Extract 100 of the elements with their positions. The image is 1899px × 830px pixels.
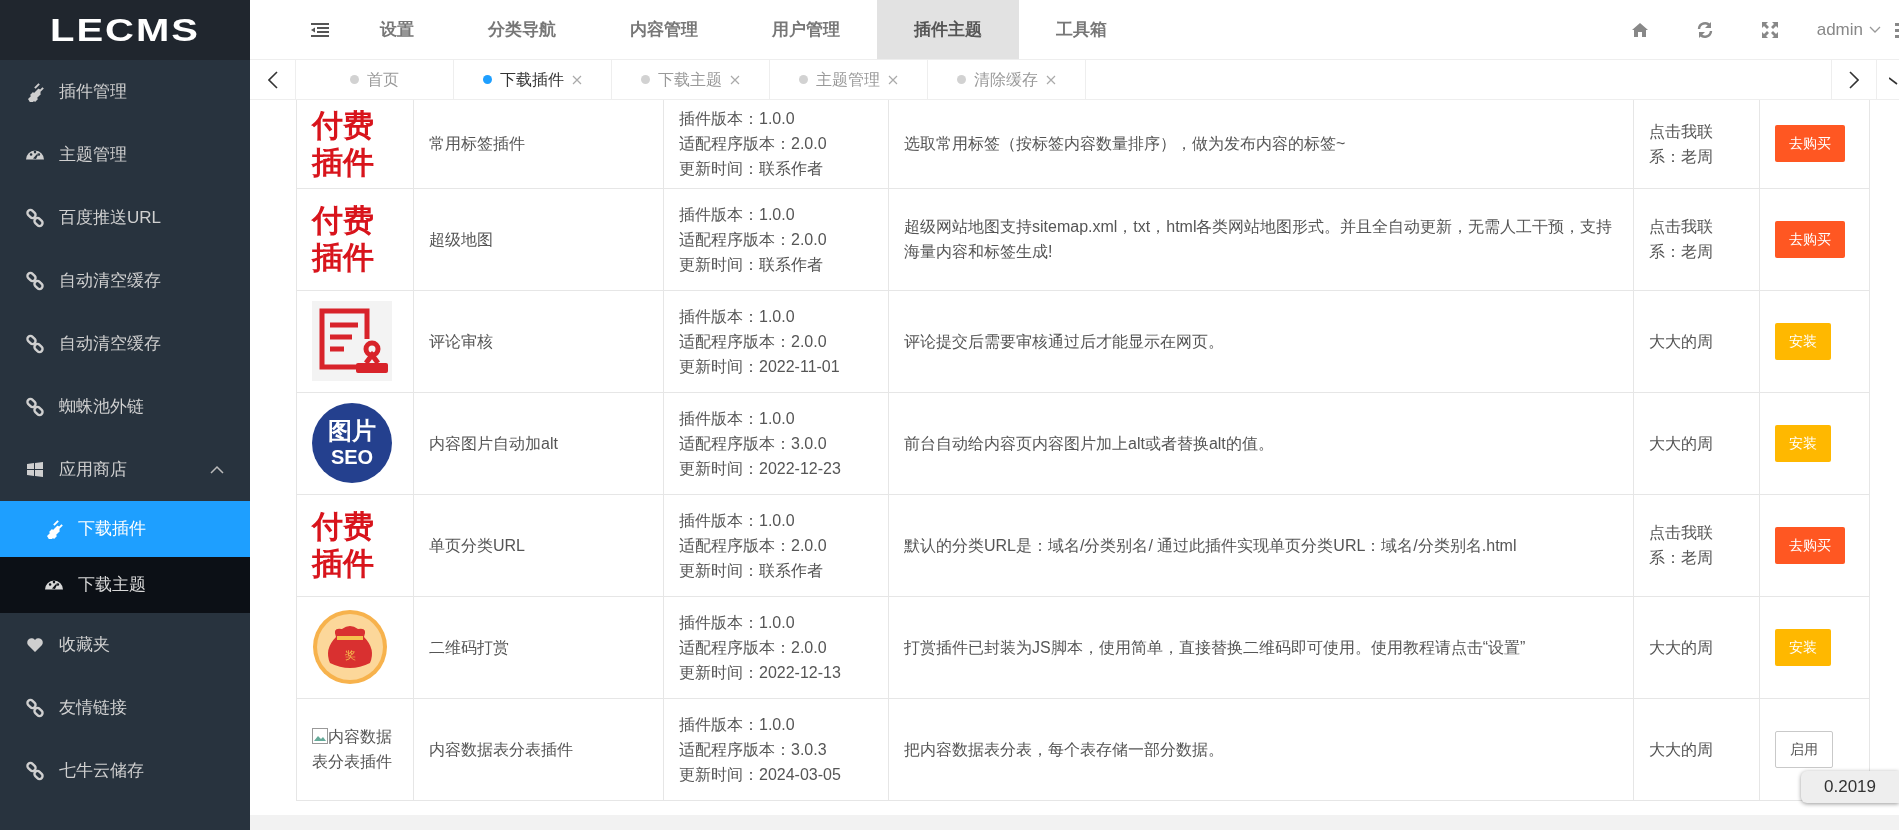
close-icon[interactable] bbox=[730, 74, 740, 85]
description-cell: 选取常用标签（按标签内容数量排序），做为发布内容的标签~ bbox=[888, 100, 1634, 188]
close-icon[interactable] bbox=[572, 74, 582, 85]
close-icon[interactable] bbox=[888, 74, 898, 85]
user-menu[interactable]: admin bbox=[1802, 16, 1895, 43]
version-line: 适配程序版本：2.0.0 bbox=[679, 134, 828, 155]
paid-plugin-label: 付费插件 bbox=[312, 106, 375, 181]
plugin-name-cell: 常用标签插件 bbox=[413, 100, 664, 188]
enable-button[interactable]: 启用 bbox=[1775, 730, 1833, 768]
description-cell: 超级网站地图支持sitemap.xml，txt，html各类网站地图形式。并且全自动更新，无需人工干预，支持海量内容和标签生成! bbox=[888, 188, 1634, 290]
description-cell: 评论提交后需要审核通过后才能显示在网页。 bbox=[888, 290, 1634, 392]
plug-icon bbox=[25, 81, 45, 102]
plugin-name-cell: 内容图片自动加alt bbox=[413, 392, 664, 494]
version-line: 更新时间：联系作者 bbox=[679, 254, 824, 275]
version-line: 适配程序版本：2.0.0 bbox=[679, 637, 828, 658]
nav-tab[interactable]: 分类导航 bbox=[451, 0, 593, 59]
link-icon bbox=[25, 396, 45, 417]
submenu-item[interactable]: 下载插件 bbox=[0, 501, 250, 557]
nav-tab[interactable]: 插件主题 bbox=[877, 0, 1019, 59]
description-cell: 前台自动给内容页内容图片加上alt或者替换alt的值。 bbox=[888, 392, 1634, 494]
expand-icon[interactable] bbox=[1761, 20, 1780, 39]
version-line: 更新时间：联系作者 bbox=[679, 560, 824, 581]
paid-plugin-label: 付费插件 bbox=[312, 201, 375, 277]
sidebar-item[interactable]: 七牛云储存 bbox=[0, 739, 250, 802]
status-dot bbox=[641, 75, 650, 84]
author-cell: 大大的周 bbox=[1633, 392, 1760, 494]
more-icon[interactable] bbox=[1895, 21, 1899, 38]
value-badge: 0.2019 bbox=[1801, 771, 1899, 803]
plugin-name-cell: 二维码打赏 bbox=[413, 596, 664, 698]
sidebar-item[interactable]: 插件管理 bbox=[0, 60, 250, 123]
page-tab[interactable]: 下载主题 bbox=[612, 60, 770, 99]
seo-badge: 图片 SEO bbox=[312, 403, 392, 483]
version-line: 插件版本：1.0.0 bbox=[679, 408, 796, 429]
page-tab[interactable]: 首页 bbox=[296, 60, 454, 99]
nav-tab[interactable]: 用户管理 bbox=[735, 0, 877, 59]
home-icon[interactable] bbox=[1631, 20, 1650, 39]
version-line: 适配程序版本：2.0.0 bbox=[679, 535, 828, 556]
logo: LECMS bbox=[0, 0, 250, 60]
image-alt-text: 内容数据表分表插件 bbox=[312, 727, 393, 772]
sidebar-item[interactable]: 友情链接 bbox=[0, 676, 250, 739]
sidebar-item[interactable]: 收藏夹 bbox=[0, 613, 250, 676]
submenu-item[interactable]: 下载主题 bbox=[0, 557, 250, 613]
link-icon bbox=[25, 270, 45, 291]
sidebar-item[interactable]: 自动清空缓存 bbox=[0, 249, 250, 312]
version-line: 适配程序版本：2.0.0 bbox=[679, 229, 828, 250]
author-cell: 点击我联系：老周 bbox=[1633, 188, 1760, 290]
description-cell: 打赏插件已封装为JS脚本，使用简单，直接替换二维码即可使用。使用教程请点击“设置” bbox=[888, 596, 1634, 698]
nav-tab[interactable]: 内容管理 bbox=[593, 0, 735, 59]
status-dot bbox=[957, 75, 966, 84]
page-tab[interactable]: 下载插件 bbox=[454, 60, 612, 99]
status-dot bbox=[350, 75, 359, 84]
version-line: 插件版本：1.0.0 bbox=[679, 612, 796, 633]
sidebar-item[interactable]: 蜘蛛池外链 bbox=[0, 375, 250, 438]
author-cell: 大大的周 bbox=[1633, 596, 1760, 698]
version-line: 更新时间：2024-03-05 bbox=[679, 764, 842, 785]
plug-icon bbox=[44, 519, 64, 539]
chevron-right-icon[interactable] bbox=[1849, 70, 1859, 89]
chevron-down-icon[interactable] bbox=[1889, 74, 1899, 85]
paid-plugin-label: 付费插件 bbox=[312, 507, 375, 583]
version-line: 适配程序版本：3.0.3 bbox=[679, 739, 828, 760]
author-cell: 点击我联系：老周 bbox=[1633, 100, 1760, 188]
menu-fold-icon[interactable] bbox=[311, 22, 329, 37]
status-dot bbox=[483, 75, 492, 84]
description-cell: 默认的分类URL是：域名/分类别名/ 通过此插件实现单页分类URL：域名/分类别名.html bbox=[888, 494, 1634, 596]
version-line: 适配程序版本：3.0.0 bbox=[679, 433, 828, 454]
version-line: 更新时间：2022-12-23 bbox=[679, 458, 842, 479]
version-line: 更新时间：2022-11-01 bbox=[679, 356, 841, 377]
page-tab[interactable]: 清除缓存 bbox=[928, 60, 1086, 99]
sidebar-item[interactable]: 百度推送URL bbox=[0, 186, 250, 249]
close-icon[interactable] bbox=[1046, 74, 1056, 85]
buy-button[interactable]: 去购买 bbox=[1775, 125, 1845, 163]
refresh-icon[interactable] bbox=[1696, 20, 1715, 39]
nav-tab[interactable]: 设置 bbox=[343, 0, 451, 59]
gauge-icon bbox=[44, 580, 64, 590]
link-icon bbox=[25, 207, 45, 228]
page-tab[interactable]: 主题管理 bbox=[770, 60, 928, 99]
sidebar-item[interactable]: 主题管理 bbox=[0, 123, 250, 186]
broken-image-icon bbox=[312, 728, 328, 744]
sidebar-item[interactable]: 应用商店 bbox=[0, 438, 250, 501]
version-line: 插件版本：1.0.0 bbox=[679, 109, 796, 130]
buy-button[interactable]: 去购买 bbox=[1775, 220, 1845, 258]
author-cell: 点击我联系：老周 bbox=[1633, 494, 1760, 596]
nav-tab[interactable]: 工具箱 bbox=[1019, 0, 1144, 59]
link-icon bbox=[25, 333, 45, 354]
version-line: 更新时间：联系作者 bbox=[679, 159, 824, 180]
money-bag-drawing: 奖 bbox=[312, 609, 388, 685]
version-line: 插件版本：1.0.0 bbox=[679, 204, 796, 225]
sidebar-item[interactable]: 自动清空缓存 bbox=[0, 312, 250, 375]
plugin-name-cell: 评论审核 bbox=[413, 290, 664, 392]
buy-button[interactable]: 去购买 bbox=[1775, 526, 1845, 564]
version-line: 适配程序版本：2.0.0 bbox=[679, 331, 828, 352]
chevron-left-icon[interactable] bbox=[267, 70, 278, 89]
gauge-icon bbox=[25, 149, 45, 160]
version-line: 插件版本：1.0.0 bbox=[679, 510, 796, 531]
author-cell: 大大的周 bbox=[1633, 698, 1760, 800]
version-line: 插件版本：1.0.0 bbox=[679, 714, 796, 735]
link-icon bbox=[25, 760, 45, 781]
status-dot bbox=[799, 75, 808, 84]
description-cell: 把内容数据表分表，每个表存储一部分数据。 bbox=[888, 698, 1634, 800]
chevron-up-icon bbox=[210, 464, 224, 475]
